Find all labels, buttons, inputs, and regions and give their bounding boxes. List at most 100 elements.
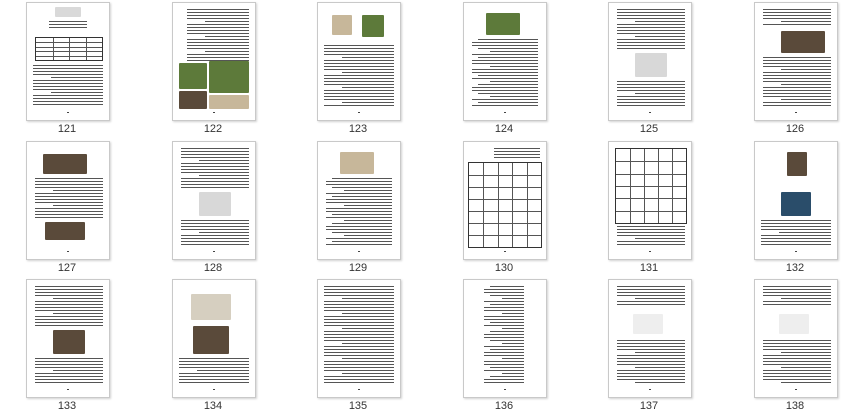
page-label[interactable]: 123	[291, 123, 425, 135]
page-preview[interactable]	[608, 279, 692, 398]
text-line	[484, 301, 524, 302]
page-thumbnail[interactable]: 122	[146, 2, 292, 139]
text-line	[478, 39, 538, 40]
page-label[interactable]: 132	[728, 262, 850, 274]
page-table	[615, 148, 687, 224]
page-label[interactable]: 130	[437, 262, 571, 274]
page-thumbnail[interactable]: 134	[146, 279, 292, 416]
text-line	[617, 292, 685, 293]
page-thumbnail[interactable]: 128	[146, 141, 292, 278]
page-label[interactable]: 129	[291, 262, 425, 274]
page-preview[interactable]	[26, 141, 110, 260]
page-thumbnail[interactable]: 138	[728, 279, 850, 416]
page-preview[interactable]	[172, 279, 256, 398]
text-line	[635, 298, 685, 299]
page-thumbnail[interactable]: 135	[291, 279, 437, 416]
page-thumbnail[interactable]: 130	[437, 141, 583, 278]
page-preview[interactable]	[172, 2, 256, 121]
page-photo	[362, 15, 384, 37]
text-line	[502, 298, 524, 299]
text-line	[324, 352, 394, 353]
text-line	[35, 214, 103, 215]
page-label[interactable]: 122	[146, 123, 280, 135]
text-line	[35, 184, 103, 185]
page-preview[interactable]	[754, 141, 838, 260]
text-line	[35, 373, 103, 374]
page-thumbnail[interactable]: 127	[0, 141, 146, 278]
page-label[interactable]: 124	[437, 123, 571, 135]
page-label[interactable]: 126	[728, 123, 850, 135]
page-preview[interactable]	[608, 2, 692, 121]
page-label[interactable]: 125	[582, 123, 716, 135]
text-line	[324, 96, 394, 97]
text-line	[484, 310, 524, 311]
page-preview[interactable]	[463, 2, 547, 121]
page-thumbnail[interactable]: 123	[291, 2, 437, 139]
page-preview[interactable]	[317, 141, 401, 260]
page-preview[interactable]	[172, 141, 256, 260]
text-line	[472, 69, 538, 70]
page-thumbnail[interactable]: 137	[582, 279, 728, 416]
page-label[interactable]: 121	[0, 123, 134, 135]
text-line	[617, 289, 685, 290]
text-line	[324, 337, 394, 338]
page-preview[interactable]	[608, 141, 692, 260]
page-photo	[209, 61, 249, 93]
page-label[interactable]: 134	[146, 400, 280, 412]
text-line	[35, 217, 103, 218]
page-label[interactable]: 136	[437, 400, 571, 412]
page-label[interactable]: 131	[582, 262, 716, 274]
text-line	[617, 33, 685, 34]
text-line	[484, 355, 524, 356]
page-number-mark	[504, 112, 506, 113]
text-line	[617, 27, 685, 28]
text-line	[781, 352, 831, 353]
page-label[interactable]: 135	[291, 400, 425, 412]
text-line	[617, 229, 685, 230]
page-thumbnail[interactable]: 132	[728, 141, 850, 278]
page-thumbnail[interactable]: 126	[728, 2, 850, 139]
page-photo	[45, 222, 85, 240]
text-line	[617, 105, 685, 106]
text-line	[181, 154, 249, 155]
text-line	[617, 15, 685, 16]
page-photo	[340, 152, 374, 174]
text-line	[763, 370, 831, 371]
text-line	[35, 310, 103, 311]
page-thumbnail[interactable]: 136	[437, 279, 583, 416]
text-line	[617, 358, 685, 359]
page-label[interactable]: 133	[0, 400, 134, 412]
text-line	[472, 60, 538, 61]
page-preview[interactable]	[463, 141, 547, 260]
text-line	[324, 310, 394, 311]
page-thumbnail[interactable]: 133	[0, 279, 146, 416]
page-label[interactable]: 137	[582, 400, 716, 412]
text-line	[324, 304, 394, 305]
page-number-mark	[795, 251, 797, 252]
page-thumbnail[interactable]: 125	[582, 2, 728, 139]
text-line	[617, 304, 685, 305]
page-preview[interactable]	[26, 2, 110, 121]
page-label[interactable]: 128	[146, 262, 280, 274]
text-line	[484, 382, 524, 383]
text-line	[617, 376, 685, 377]
page-number-mark	[649, 112, 651, 113]
page-preview[interactable]	[754, 279, 838, 398]
page-label[interactable]: 138	[728, 400, 850, 412]
page-label[interactable]: 127	[0, 262, 134, 274]
text-line	[181, 181, 249, 182]
text-line	[617, 12, 685, 13]
page-preview[interactable]	[317, 2, 401, 121]
text-line	[33, 83, 103, 84]
text-line	[181, 241, 249, 242]
page-thumbnail[interactable]: 129	[291, 141, 437, 278]
page-thumbnail[interactable]: 131	[582, 141, 728, 278]
page-preview[interactable]	[317, 279, 401, 398]
page-preview[interactable]	[754, 2, 838, 121]
text-line	[49, 27, 87, 28]
page-preview[interactable]	[463, 279, 547, 398]
text-line	[324, 364, 394, 365]
page-preview[interactable]	[26, 279, 110, 398]
page-thumbnail[interactable]: 124	[437, 2, 583, 139]
page-thumbnail[interactable]: 121	[0, 2, 146, 139]
